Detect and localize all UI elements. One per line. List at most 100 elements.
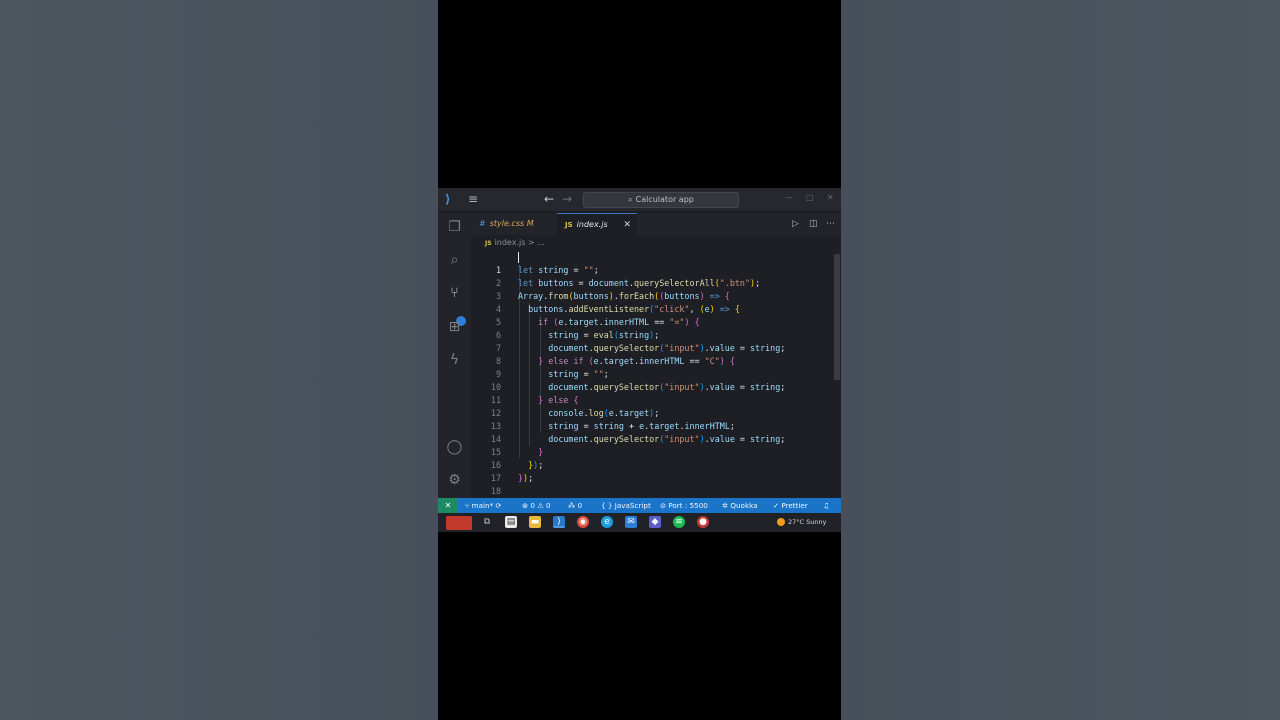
mail-icon[interactable]: ✉: [625, 516, 637, 528]
app-icon[interactable]: ◆: [649, 516, 661, 528]
js-file-icon: JS: [485, 240, 492, 247]
broadcast-icon: ⁂: [568, 501, 576, 510]
code-line: 7 document.querySelector("input").value …: [471, 329, 841, 353]
spotify-icon[interactable]: ≋: [673, 516, 685, 528]
live-server-port[interactable]: ⊘ Port : 5500: [660, 498, 708, 513]
code-line: 1 let string = "";: [471, 251, 841, 275]
vscode-window: ⟩ ≡ ← → ⌕ Calculator app — □ ✕ ❐ ⌕ ⑂ ⊞ ϟ …: [438, 188, 841, 532]
split-editor-icon[interactable]: ◫: [809, 218, 818, 230]
code-line: 15 }: [471, 433, 841, 457]
problems-status[interactable]: ⊗ 0 ⚠ 0: [522, 498, 551, 513]
text-cursor: [518, 252, 519, 263]
video-frame: ⟩ ≡ ← → ⌕ Calculator app — □ ✕ ❐ ⌕ ⑂ ⊞ ϟ …: [438, 0, 841, 720]
code-line: 5 if (e.target.innerHTML == "=") {: [471, 303, 841, 327]
ports-count: 0: [577, 501, 583, 510]
tab-style-css[interactable]: # style.css M: [479, 213, 555, 235]
prettier-label: Prettier: [781, 501, 808, 510]
warning-count: 0: [545, 501, 551, 510]
prettier-status[interactable]: ✓ Prettier: [773, 498, 808, 513]
ports-status[interactable]: ⁂ 0: [568, 498, 582, 513]
video-background-right: [841, 0, 1280, 720]
vscode-logo-icon: ⟩: [445, 192, 451, 206]
notifications-bell-icon[interactable]: ♫: [823, 498, 829, 513]
sun-icon: [777, 518, 785, 526]
code-line: 17});: [471, 459, 841, 483]
language-label: JavaScript: [614, 501, 651, 510]
task-view-icon[interactable]: ⧉: [481, 516, 493, 528]
settings-gear-icon[interactable]: ⚙: [446, 472, 463, 489]
code-line: 12 console.log(e.target);: [471, 394, 841, 418]
editor-scrollbar[interactable]: [834, 254, 840, 380]
search-icon[interactable]: ⌕: [446, 252, 463, 269]
minimize-icon[interactable]: —: [785, 193, 793, 202]
code-line: 3 Array.from(buttons).forEach((buttons) =…: [471, 277, 841, 301]
command-center-search[interactable]: ⌕ Calculator app: [583, 192, 739, 208]
code-line: 14 document.querySelector("input").value…: [471, 420, 841, 444]
sync-icon: ⟳: [495, 501, 502, 510]
tab-index-js[interactable]: JS index.js ✕: [557, 213, 637, 235]
error-icon: ⊗: [522, 501, 529, 510]
activity-bar: ❐ ⌕ ⑂ ⊞ ϟ ◯ ⚙: [438, 213, 471, 498]
vscode-taskbar-icon[interactable]: ⟩: [553, 516, 565, 528]
lightning-icon[interactable]: ϟ: [446, 352, 463, 369]
os-taskbar: ⧉ ▤ ▬ ⟩ ◉ e ✉ ◆ ≋ ● 27°C Sunny: [438, 513, 841, 532]
source-control-icon[interactable]: ⑂: [446, 285, 463, 302]
code-editor[interactable]: 1 let string = ""; 2 let buttons = documen…: [471, 251, 841, 498]
code-line: 2 let buttons = document.querySelectorAll…: [471, 264, 841, 288]
code-line: 16 });: [471, 446, 841, 470]
back-arrow-icon[interactable]: ←: [544, 192, 554, 206]
start-app-icon[interactable]: [446, 516, 472, 530]
line-number: 18: [490, 486, 501, 496]
code-line: 18: [471, 472, 841, 496]
extensions-icon[interactable]: ⊞: [446, 319, 463, 336]
status-bar: ✕ ⑂ main* ⟳ ⊗ 0 ⚠ 0 ⁂ 0 { } JavaScript ⊘…: [438, 498, 841, 513]
breadcrumb: JS index.js > ...: [485, 238, 545, 247]
quokka-icon: ✲: [722, 501, 729, 510]
notepad-icon[interactable]: ▤: [505, 516, 517, 528]
hamburger-icon[interactable]: ≡: [468, 193, 478, 206]
branch-name: main*: [471, 501, 494, 510]
code-line: 13 string = string + e.target.innerHTML;: [471, 407, 841, 431]
forward-arrow-icon[interactable]: →: [562, 192, 572, 206]
record-icon[interactable]: ●: [697, 516, 709, 528]
port-label: Port : 5500: [668, 501, 708, 510]
js-file-icon: JS: [565, 221, 573, 229]
edge-icon[interactable]: e: [601, 516, 613, 528]
code-line: 11 } else {: [471, 381, 841, 405]
remote-indicator-icon[interactable]: ✕: [438, 498, 458, 513]
language-mode[interactable]: { } JavaScript: [601, 498, 651, 513]
chrome-icon[interactable]: ◉: [577, 516, 589, 528]
warning-icon: ⚠: [537, 501, 544, 510]
account-icon[interactable]: ◯: [446, 439, 463, 456]
maximize-icon[interactable]: □: [806, 193, 814, 202]
check-icon: ✓: [773, 501, 780, 510]
quokka-status[interactable]: ✲ Quokka: [722, 498, 758, 513]
explorer-files-icon[interactable]: ❐: [446, 219, 463, 236]
css-file-icon: #: [479, 219, 486, 228]
search-icon: ⌕: [628, 195, 633, 204]
breadcrumb-rest: > ...: [527, 238, 545, 247]
editor-tabs: # style.css M JS index.js ✕ ▷ ◫ ⋯: [471, 213, 841, 235]
error-count: 0: [530, 501, 535, 510]
breadcrumb-file[interactable]: index.js: [495, 238, 526, 247]
braces-icon: { }: [601, 501, 613, 510]
tab-label: index.js: [576, 220, 608, 229]
tab-label: style.css M: [489, 219, 534, 228]
close-tab-icon[interactable]: ✕: [623, 214, 631, 236]
code-line: 6 string = eval(string);: [471, 316, 841, 340]
branch-status[interactable]: ⑂ main* ⟳: [465, 498, 502, 513]
weather-widget[interactable]: 27°C Sunny: [777, 513, 826, 532]
file-explorer-icon[interactable]: ▬: [529, 516, 541, 528]
more-actions-icon[interactable]: ⋯: [826, 218, 835, 230]
code-line: 4 buttons.addEventListener("click", (e) …: [471, 290, 841, 314]
code-line: 9 string = "";: [471, 355, 841, 379]
video-background-left: [0, 0, 438, 720]
quokka-label: Quokka: [730, 501, 758, 510]
no-entry-icon: ⊘: [660, 501, 667, 510]
weather-text: 27°C Sunny: [788, 518, 827, 526]
window-title: Calculator app: [635, 195, 694, 204]
run-icon[interactable]: ▷: [792, 218, 799, 230]
title-bar: ⟩ ≡ ← → ⌕ Calculator app — □ ✕: [438, 188, 841, 212]
close-window-icon[interactable]: ✕: [827, 193, 834, 202]
code-line: 8 } else if (e.target.innerHTML == "C") …: [471, 342, 841, 366]
